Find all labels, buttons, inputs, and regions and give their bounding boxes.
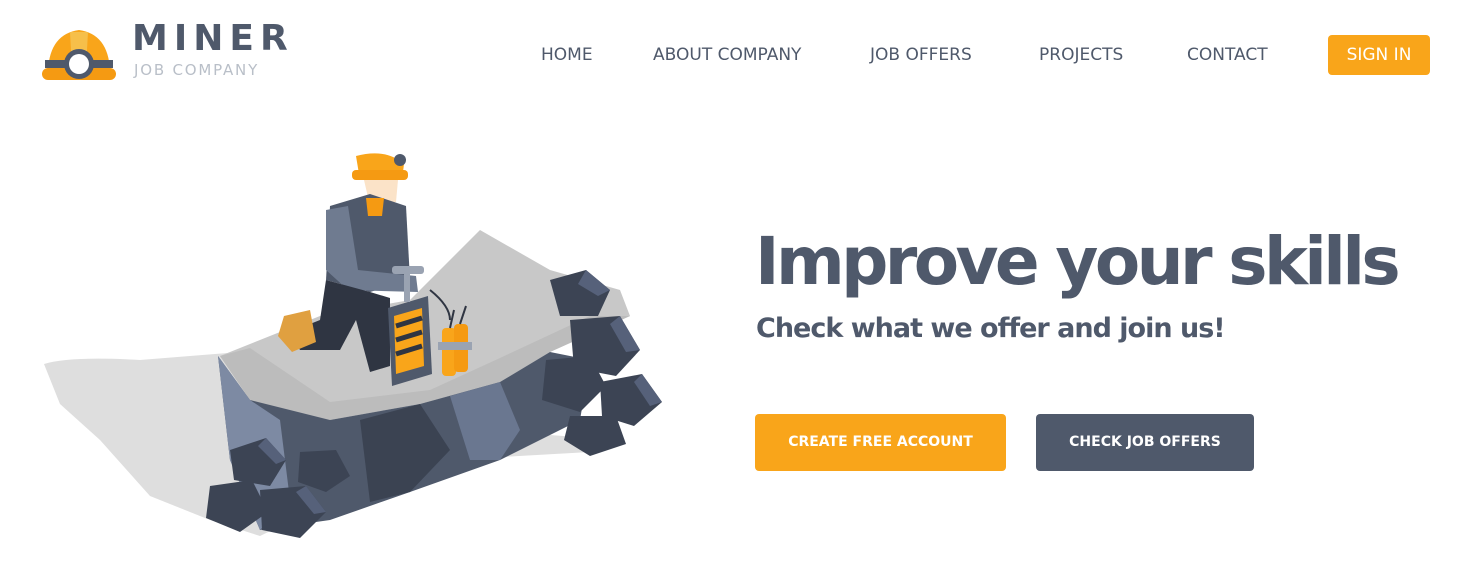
- miner-with-detonator-illustration: [44, 153, 662, 538]
- brand-tagline: JOB COMPANY: [134, 61, 260, 79]
- nav-job-offers[interactable]: JOB OFFERS: [870, 35, 972, 75]
- brand-name: MINER: [132, 18, 294, 59]
- nav-about-company[interactable]: ABOUT COMPANY: [653, 35, 801, 75]
- nav-contact[interactable]: CONTACT: [1187, 35, 1268, 75]
- landing-page: MINER JOB COMPANY HOME ABOUT COMPANY JOB…: [0, 0, 1472, 584]
- sign-in-button[interactable]: SIGN IN: [1328, 35, 1430, 75]
- nav-projects[interactable]: PROJECTS: [1039, 35, 1123, 75]
- hero-title: Improve your skills: [755, 223, 1401, 300]
- hero-subtitle: Check what we offer and join us!: [756, 313, 1226, 344]
- miner-helmet-icon: [42, 30, 116, 80]
- brand-logo[interactable]: MINER JOB COMPANY: [42, 18, 302, 84]
- check-job-offers-button[interactable]: CHECK JOB OFFERS: [1036, 414, 1254, 471]
- create-account-button[interactable]: CREATE FREE ACCOUNT: [755, 414, 1006, 471]
- nav-home[interactable]: HOME: [541, 35, 593, 75]
